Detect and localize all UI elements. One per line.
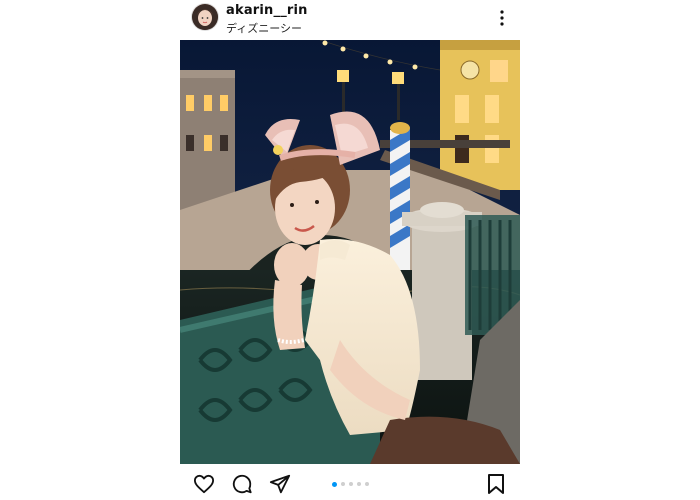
bookmark-icon[interactable]	[484, 472, 508, 496]
carousel-dot	[348, 482, 353, 486]
carousel-dot-active	[331, 481, 337, 487]
carousel-dot	[356, 482, 361, 486]
avatar[interactable]	[192, 4, 218, 30]
avatar-image	[192, 4, 218, 30]
post-header: akarin__rin ディズニーシー	[180, 0, 520, 38]
carousel-dot	[364, 482, 369, 486]
carousel-dot	[340, 482, 345, 486]
comment-icon[interactable]	[230, 472, 254, 496]
username[interactable]: akarin__rin	[226, 3, 308, 18]
carousel-indicator	[330, 480, 370, 488]
send-icon[interactable]	[268, 472, 292, 496]
heart-icon[interactable]	[192, 472, 216, 496]
photo-illustration	[180, 40, 520, 464]
location[interactable]: ディズニーシー	[226, 20, 302, 36]
post-photo[interactable]	[180, 40, 520, 464]
instagram-post: akarin__rin ディズニーシー	[180, 0, 520, 500]
post-actions	[180, 466, 520, 500]
more-vertical-icon[interactable]	[494, 8, 510, 28]
